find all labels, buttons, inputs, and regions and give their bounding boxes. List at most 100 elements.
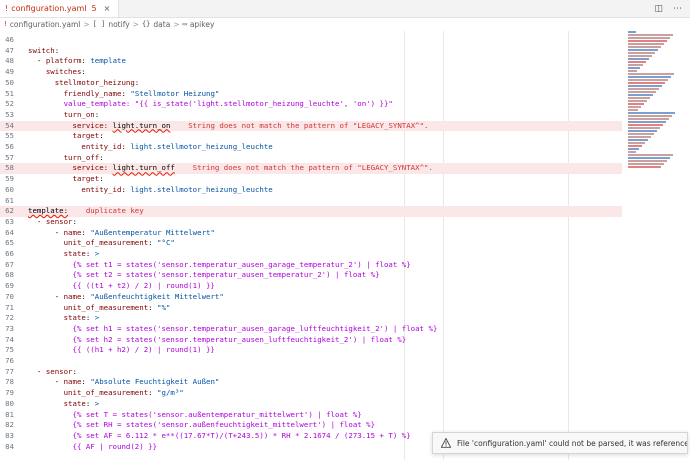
line-content: service: light.turn_on String does not m…: [28, 121, 429, 132]
code-line[interactable]: 64 - name: "Außentemperatur Mittelwert": [0, 228, 622, 239]
code-line[interactable]: 73 {% set h1 = states('sensor.temperatur…: [0, 324, 622, 335]
yaml-value: light.stellmotor_heizung_leuchte: [125, 142, 273, 151]
code-line[interactable]: 77 - sensor:: [0, 367, 622, 378]
jinja-expression: {% set h1 = states('sensor.temperatur_au…: [28, 323, 438, 333]
yaml-key: sensor: [45, 366, 73, 376]
line-number: 74: [5, 334, 14, 344]
code-line[interactable]: 51 friendly_name: "Stellmotor Heizung": [0, 89, 622, 100]
line-content: friendly_name: "Stellmotor Heizung": [28, 89, 220, 100]
code-line[interactable]: 58 service: light.turn_off String does n…: [0, 163, 622, 175]
minimap-line: [628, 142, 645, 144]
tab-configuration-yaml[interactable]: ! configuration.yaml 5 ×: [0, 0, 120, 17]
line-number: 66: [5, 249, 14, 258]
line-number: 58: [5, 163, 14, 173]
code-line[interactable]: 75 {{ ((h1 + h2) / 2) | round(1) }}: [0, 345, 622, 356]
code-line[interactable]: 79 unit_of_measurement: "g/m³": [0, 388, 622, 399]
code-line[interactable]: 61: [0, 196, 622, 207]
code-line[interactable]: 71 unit_of_measurement: "%": [0, 303, 622, 314]
breadcrumb-apikey[interactable]: apikey: [190, 20, 215, 29]
code-line[interactable]: 60 entity_id: light.stellmotor_heizung_l…: [0, 185, 622, 196]
code-editor[interactable]: 46 47 switch: 48 - platform: template 49 swi…: [0, 31, 622, 460]
line-number: 51: [5, 88, 14, 98]
code-line[interactable]: 76: [0, 356, 622, 367]
code-line[interactable]: 54 service: light.turn_on String does no…: [0, 120, 622, 132]
line-content: {{ ((h1 + h2) / 2) | round(1) }}: [28, 345, 214, 356]
line-number: 57: [5, 152, 14, 162]
line-number: 46: [5, 35, 14, 44]
line-number: 79: [5, 388, 14, 398]
line-content: turn_on:: [28, 110, 100, 121]
object-icon: {}: [141, 20, 151, 28]
code-line[interactable]: 81 {% set T = states('sensor.außentemper…: [0, 410, 622, 421]
code-line[interactable]: 82 {% set RH = states('sensor.außenfeuch…: [0, 420, 622, 431]
code-line[interactable]: 70 - name: "Außenfeuchtigkeit Mittelwert…: [0, 292, 622, 303]
code-line[interactable]: 68 {% set t2 = states('sensor.temperatur…: [0, 270, 622, 281]
minimap-line: [628, 64, 643, 66]
minimap-line: [628, 106, 641, 108]
line-content: - name: "Außentemperatur Mittelwert": [28, 228, 215, 239]
breadcrumb-file[interactable]: configuration.yaml: [10, 20, 81, 29]
code-line[interactable]: 67 {% set t1 = states('sensor.temperatur…: [0, 260, 622, 271]
minimap-line: [628, 70, 637, 72]
code-line[interactable]: 52 value_template: "{{ is_state('light.s…: [0, 99, 622, 110]
line-number: 48: [5, 56, 14, 66]
code-line[interactable]: 74 {% set h2 = states('sensor.temperatur…: [0, 335, 622, 346]
yaml-key: unit_of_measurement: [63, 238, 149, 248]
yaml-value: "Außentemperatur Mittelwert": [85, 227, 215, 237]
code-line[interactable]: 69 {{ ((t1 + t2) / 2) | round(1) }}: [0, 281, 622, 292]
inline-error-message: duplicate key: [85, 206, 144, 216]
line-number: 55: [5, 131, 14, 141]
code-line[interactable]: 59 target:: [0, 174, 622, 185]
chevron-right-icon: >: [83, 19, 90, 29]
code-line[interactable]: 53 turn_on:: [0, 110, 622, 121]
line-number: 54: [5, 120, 14, 130]
code-line[interactable]: 80 state: >: [0, 399, 622, 410]
code-line[interactable]: 66 state: >: [0, 249, 622, 260]
code-line[interactable]: 55 target:: [0, 131, 622, 142]
code-line[interactable]: 63 - sensor:: [0, 217, 622, 228]
breadcrumb-data[interactable]: data: [153, 20, 170, 29]
tab-bar: ! configuration.yaml 5 × ◫ ⋯: [0, 0, 690, 18]
parse-error-notification[interactable]: File 'configuration.yaml' could not be p…: [432, 432, 688, 454]
minimap[interactable]: [624, 31, 684, 171]
code-line[interactable]: 65 unit_of_measurement: "°C": [0, 238, 622, 249]
minimap-line: [628, 46, 661, 48]
code-line[interactable]: 49 switches:: [0, 67, 622, 78]
code-line[interactable]: 72 state: >: [0, 313, 622, 324]
minimap-line: [628, 151, 636, 153]
split-editor-icon[interactable]: ◫: [654, 4, 663, 14]
breadcrumb-notify[interactable]: notify: [108, 20, 129, 29]
yaml-key: switch: [28, 45, 55, 55]
line-number: 82: [5, 420, 14, 430]
jinja-expression: {% set T = states('sensor.außentemperatu…: [28, 409, 362, 419]
code-line[interactable]: 47 switch:: [0, 46, 622, 57]
breadcrumb: ! configuration.yaml > [ ] notify > {} d…: [0, 17, 690, 31]
line-content: switches:: [28, 67, 86, 78]
close-tab-button[interactable]: ×: [104, 4, 111, 13]
code-line[interactable]: 48 - platform: template: [0, 56, 622, 67]
code-line[interactable]: 78 - name: "Absolute Feuchtigkeit Außen": [0, 377, 622, 388]
code-line[interactable]: 46: [0, 35, 622, 46]
minimap-line: [628, 109, 638, 111]
yaml-key: platform: [45, 56, 82, 66]
more-actions-icon[interactable]: ⋯: [673, 4, 682, 14]
yaml-key: name: [63, 377, 82, 387]
line-content: state: >: [28, 399, 100, 410]
minimap-line: [628, 148, 639, 150]
line-number: 63: [5, 216, 14, 226]
line-number: 71: [5, 302, 14, 312]
line-content: {% set h1 = states('sensor.temperatur_au…: [28, 324, 437, 335]
line-number: 68: [5, 270, 14, 280]
yaml-value: "g/m³": [152, 388, 184, 398]
code-line[interactable]: 62 template: duplicate key: [0, 206, 622, 217]
code-line[interactable]: 57 turn_off:: [0, 153, 622, 164]
minimap-line: [628, 154, 673, 156]
code-line[interactable]: 50 stellmotor_heizung:: [0, 78, 622, 89]
indent: -: [28, 291, 64, 301]
code-line[interactable]: 56 entity_id: light.stellmotor_heizung_l…: [0, 142, 622, 153]
minimap-line: [628, 97, 650, 99]
